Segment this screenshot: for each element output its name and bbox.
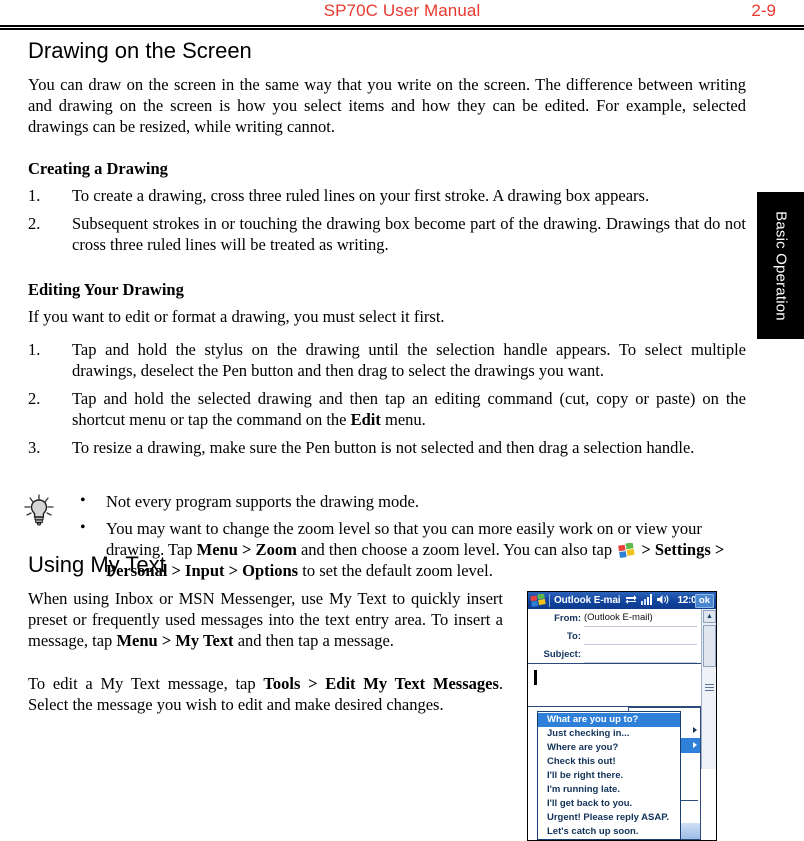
- step-number: 3.: [28, 438, 41, 457]
- pda-screenshot-figure: Outlook E-mai 12:06 ok From: (Outlook E-…: [527, 591, 717, 841]
- step-text: To create a drawing, cross three ruled l…: [72, 186, 650, 205]
- page-number: 2-9: [751, 1, 776, 20]
- list-item[interactable]: I'll be right there.: [538, 769, 680, 783]
- sync-icon[interactable]: [625, 594, 637, 608]
- lightbulb-tip-icon: [22, 493, 56, 527]
- step-text: Tap and hold the stylus on the drawing u…: [72, 340, 746, 380]
- mytext-p2-part1: To edit a My Text message, tap: [28, 674, 264, 693]
- field-row-subject[interactable]: Subject:: [528, 645, 701, 663]
- bullet-glyph: •: [80, 519, 86, 536]
- step-number: 1.: [28, 186, 41, 205]
- mail-header-fields: From: (Outlook E-mail) To: Subject:: [528, 609, 701, 664]
- list-item[interactable]: Let's catch up soon.: [538, 825, 680, 839]
- list-item[interactable]: What are you up to?: [538, 713, 680, 727]
- side-tab-label: Basic Operation: [772, 210, 789, 321]
- from-label: From:: [554, 612, 581, 624]
- subheading-editing-your-drawing: Editing Your Drawing: [28, 280, 184, 299]
- step-number: 1.: [28, 340, 41, 359]
- list-item[interactable]: Where are you?: [538, 741, 680, 755]
- list-item[interactable]: Just checking in...: [538, 727, 680, 741]
- subheading-creating-a-drawing: Creating a Drawing: [28, 159, 168, 178]
- mytext-emphasis-menu-mytext: Menu > My Text: [116, 631, 234, 650]
- field-row-to[interactable]: To:: [528, 627, 701, 645]
- chevron-right-icon: [693, 742, 697, 748]
- subject-input[interactable]: [584, 645, 697, 663]
- windows-start-flag-icon[interactable]: [530, 593, 546, 607]
- scrollbar-thumb[interactable]: [703, 625, 716, 667]
- subject-label: Subject:: [543, 648, 581, 660]
- bullet-glyph: •: [80, 492, 86, 509]
- pda-status-icons: 12:06: [625, 593, 702, 608]
- page-content: Drawing on the Screen You can draw on th…: [24, 38, 746, 587]
- creating-drawing-steps: 1. To create a drawing, cross three rule…: [28, 185, 746, 255]
- mytext-popup-menu[interactable]: What are you up to? Just checking in... …: [537, 711, 681, 840]
- to-input[interactable]: [584, 627, 697, 645]
- step-text-after: menu.: [380, 410, 426, 429]
- list-item[interactable]: I'll get back to you.: [538, 797, 680, 811]
- step-text: Subsequent strokes in or touching the dr…: [72, 214, 746, 254]
- titlebar-divider: [549, 594, 550, 607]
- step-number: 2.: [28, 389, 41, 408]
- signal-bars-icon[interactable]: [641, 593, 653, 608]
- mytext-p1-part2: and then tap a message.: [233, 631, 394, 650]
- drawing-intro-paragraph: You can draw on the screen in the same w…: [28, 75, 746, 136]
- pda-titlebar: Outlook E-mai 12:06 ok: [528, 592, 716, 609]
- list-item: • Not every program supports the drawing…: [72, 491, 746, 512]
- page-title-using-my-text: Using My Text: [28, 552, 166, 577]
- editing-intro-paragraph: If you want to edit or format a drawing,…: [28, 307, 445, 326]
- pda-body: From: (Outlook E-mail) To: Subject: ▲ nt…: [528, 609, 716, 840]
- header-title: SP70C User Manual: [323, 1, 481, 20]
- mytext-emphasis-tools-path: Tools > Edit My Text Messages: [263, 674, 499, 693]
- mytext-paragraph-1: When using Inbox or MSN Messenger, use M…: [28, 588, 503, 651]
- vertical-scrollbar[interactable]: ▲: [701, 609, 716, 769]
- page-title-drawing-on-the-screen: Drawing on the Screen: [28, 38, 252, 63]
- list-item[interactable]: Check this out!: [538, 755, 680, 769]
- list-item[interactable]: I'm running late.: [538, 783, 680, 797]
- windows-start-flag-icon: [618, 542, 635, 558]
- page-header: SP70C User Manual 2-9: [0, 0, 804, 30]
- editing-drawing-steps: 1. Tap and hold the stylus on the drawin…: [28, 339, 746, 458]
- tip-text: Not every program supports the drawing m…: [106, 492, 419, 511]
- list-item: 1. Tap and hold the stylus on the drawin…: [28, 339, 746, 381]
- mytext-paragraph-2: To edit a My Text message, tap Tools > E…: [28, 673, 503, 715]
- scroll-grip-icon[interactable]: [703, 681, 716, 693]
- chevron-right-icon: [693, 727, 697, 733]
- step-text: To resize a drawing, make sure the Pen b…: [72, 438, 695, 457]
- ok-button[interactable]: ok: [694, 594, 714, 608]
- to-label: To:: [566, 630, 581, 642]
- side-tab-basic-operation: Basic Operation: [757, 192, 804, 339]
- speaker-icon[interactable]: [656, 594, 669, 608]
- text-caret: [534, 670, 537, 685]
- pda-title-text: Outlook E-mai: [554, 595, 621, 606]
- step-emphasis-edit: Edit: [350, 410, 381, 429]
- header-rule: [0, 25, 804, 30]
- scroll-up-arrow-icon[interactable]: ▲: [703, 610, 716, 623]
- list-item: 1. To create a drawing, cross three rule…: [28, 185, 746, 206]
- step-number: 2.: [28, 214, 41, 233]
- from-value[interactable]: (Outlook E-mail): [584, 609, 697, 627]
- field-row-from[interactable]: From: (Outlook E-mail): [528, 609, 701, 627]
- list-item: 3. To resize a drawing, make sure the Pe…: [28, 437, 746, 458]
- compose-body-area[interactable]: [528, 665, 701, 707]
- list-item: 2. Tap and hold the selected drawing and…: [28, 388, 746, 430]
- list-item: 2. Subsequent strokes in or touching the…: [28, 213, 746, 255]
- list-item[interactable]: Urgent! Please reply ASAP.: [538, 811, 680, 825]
- mytext-text-column: Using My Text When using Inbox or MSN Me…: [28, 552, 503, 715]
